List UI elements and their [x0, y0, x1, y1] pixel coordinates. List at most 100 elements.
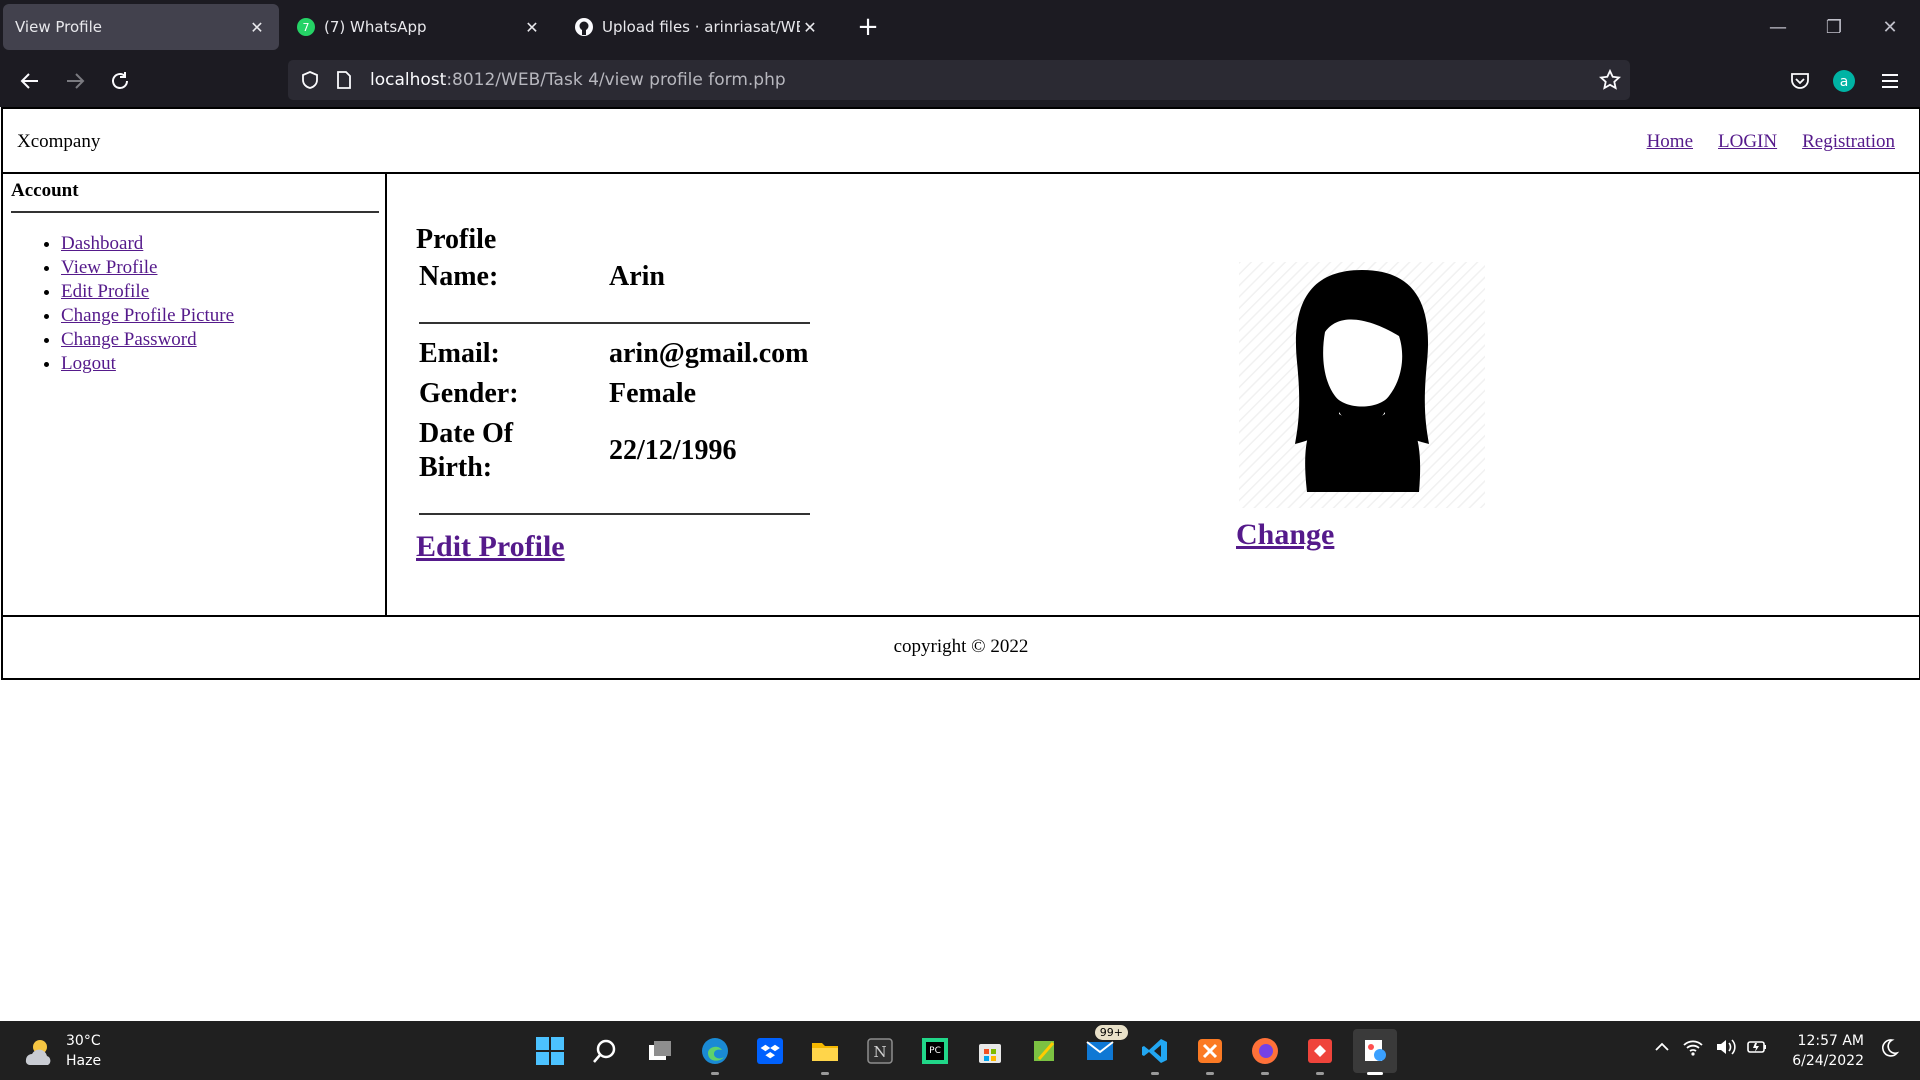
- nav-login-link[interactable]: LOGIN: [1718, 131, 1777, 153]
- page-title: Profile: [416, 224, 497, 255]
- female-user-icon: [1239, 262, 1485, 508]
- svg-text:PC: PC: [929, 1046, 941, 1056]
- view-profile-link[interactable]: View Profile: [61, 257, 157, 278]
- anydesk-icon[interactable]: [1298, 1029, 1342, 1075]
- svg-text:7: 7: [303, 21, 310, 34]
- close-icon[interactable]: ✕: [800, 18, 820, 37]
- restore-icon[interactable]: ❐: [1806, 0, 1862, 55]
- sidebar-title: Account: [11, 180, 79, 201]
- tab-label: View Profile: [15, 18, 103, 36]
- sidebar-item-view-profile: View Profile: [61, 256, 234, 280]
- field-value: Female: [609, 378, 697, 409]
- dropbox-icon[interactable]: [748, 1029, 792, 1073]
- edit-profile-sidebar-link[interactable]: Edit Profile: [61, 281, 149, 302]
- sidebar-item-change-picture: Change Profile Picture: [61, 304, 234, 328]
- weather-haze-icon: [25, 1040, 51, 1066]
- sidebar: Account Dashboard View Profile Edit Prof…: [3, 172, 387, 615]
- file-explorer-icon[interactable]: [803, 1029, 847, 1075]
- clock-date: 6/24/2022: [1792, 1053, 1864, 1069]
- pocket-icon[interactable]: [1780, 61, 1820, 101]
- system-tray: [1652, 1037, 1768, 1061]
- divider: [11, 211, 379, 213]
- site-body: Account Dashboard View Profile Edit Prof…: [1, 172, 1920, 617]
- new-tab-button[interactable]: +: [856, 10, 880, 44]
- nav-registration-link[interactable]: Registration: [1802, 131, 1895, 153]
- divider: [419, 513, 810, 515]
- field-label: Email:: [419, 338, 500, 369]
- sidebar-menu: Dashboard View Profile Edit Profile Chan…: [53, 232, 234, 376]
- reload-icon[interactable]: [100, 61, 140, 101]
- snip-sketch-icon[interactable]: [1023, 1029, 1067, 1073]
- pycharm-icon[interactable]: PC: [913, 1029, 957, 1073]
- field-value: 22/12/1996: [609, 435, 737, 466]
- notion-icon[interactable]: N: [858, 1029, 902, 1073]
- address-bar[interactable]: localhost:8012/WEB/Task 4/view profile f…: [288, 60, 1630, 100]
- logout-link[interactable]: Logout: [61, 353, 116, 374]
- nav-bar: localhost:8012/WEB/Task 4/view profile f…: [0, 55, 1920, 107]
- weather-temperature: 30°C: [66, 1033, 101, 1049]
- mail-badge: 99+: [1094, 1025, 1128, 1040]
- task-view-icon[interactable]: [638, 1029, 682, 1073]
- profile-picture: [1239, 262, 1485, 508]
- field-label: Name:: [419, 261, 499, 292]
- microsoft-store-icon[interactable]: [968, 1029, 1012, 1073]
- sidebar-item-change-password: Change Password: [61, 328, 234, 352]
- weather-widget[interactable]: 30°C Haze: [22, 1031, 101, 1071]
- search-icon[interactable]: [583, 1029, 627, 1073]
- close-icon[interactable]: ✕: [522, 18, 542, 37]
- web-page: Xcompany Home LOGIN Registration Account…: [0, 107, 1920, 1021]
- vscode-icon[interactable]: [1133, 1029, 1177, 1075]
- brand-name: Xcompany: [17, 131, 101, 152]
- browser-chrome: View Profile ✕ 7 (7) WhatsApp ✕ Upload f…: [0, 0, 1920, 107]
- volume-icon[interactable]: [1714, 1037, 1736, 1061]
- wifi-icon[interactable]: [1682, 1037, 1704, 1061]
- field-label: Date Of Birth:: [419, 418, 514, 483]
- chevron-up-icon[interactable]: [1652, 1037, 1672, 1061]
- top-nav: Home LOGIN Registration: [1647, 131, 1895, 153]
- change-picture-link[interactable]: Change: [1236, 518, 1334, 552]
- field-label: Gender:: [419, 378, 519, 409]
- sidebar-item-logout: Logout: [61, 352, 234, 376]
- divider: [419, 322, 810, 324]
- paint-icon[interactable]: [1353, 1029, 1397, 1075]
- whatsapp-icon: 7: [296, 17, 316, 37]
- bookmark-star-icon[interactable]: [1598, 68, 1622, 92]
- site-header: Xcompany Home LOGIN Registration: [1, 107, 1920, 174]
- system-clock[interactable]: 12:57 AM 6/24/2022: [1780, 1031, 1864, 1071]
- menu-icon[interactable]: [1870, 61, 1910, 101]
- shield-icon[interactable]: [298, 68, 322, 92]
- tab-whatsapp[interactable]: 7 (7) WhatsApp ✕: [284, 4, 554, 50]
- change-profile-picture-link[interactable]: Change Profile Picture: [61, 305, 234, 326]
- account-avatar-icon[interactable]: a: [1824, 61, 1864, 101]
- notifications-moon-icon[interactable]: [1878, 1037, 1902, 1061]
- copyright-text: copyright © 2022: [893, 636, 1029, 657]
- back-icon[interactable]: [10, 61, 50, 101]
- change-password-link[interactable]: Change Password: [61, 329, 197, 350]
- start-icon[interactable]: [528, 1029, 572, 1073]
- close-window-icon[interactable]: ✕: [1862, 0, 1918, 55]
- edge-icon[interactable]: [693, 1029, 737, 1075]
- page-icon[interactable]: [332, 68, 356, 92]
- forward-icon[interactable]: [55, 61, 95, 101]
- nav-home-link[interactable]: Home: [1647, 131, 1693, 153]
- xampp-icon[interactable]: [1188, 1029, 1232, 1075]
- dashboard-link[interactable]: Dashboard: [61, 233, 143, 254]
- windows-taskbar: 30°C Haze N PC 99+ 12:57 AM 6/24/2022: [0, 1021, 1920, 1080]
- svg-text:a: a: [1840, 74, 1849, 90]
- tab-github[interactable]: Upload files · arinriasat/WEB-TE ✕: [562, 4, 832, 50]
- taskbar-apps: N PC 99+: [528, 1025, 1408, 1075]
- field-value: arin@gmail.com: [609, 338, 809, 369]
- sidebar-item-dashboard: Dashboard: [61, 232, 234, 256]
- minimize-icon[interactable]: —: [1750, 0, 1806, 55]
- battery-icon[interactable]: [1746, 1037, 1768, 1061]
- sidebar-item-edit-profile: Edit Profile: [61, 280, 234, 304]
- github-icon: [574, 17, 594, 37]
- tab-label: Upload files · arinriasat/WEB-TE: [602, 18, 800, 36]
- tab-view-profile[interactable]: View Profile ✕: [3, 4, 279, 50]
- tab-bar: View Profile ✕ 7 (7) WhatsApp ✕ Upload f…: [0, 0, 1920, 55]
- tab-label: (7) WhatsApp: [324, 18, 427, 36]
- firefox-icon[interactable]: [1243, 1029, 1287, 1075]
- mail-icon[interactable]: 99+: [1078, 1025, 1128, 1073]
- close-icon[interactable]: ✕: [247, 18, 267, 37]
- edit-profile-link[interactable]: Edit Profile: [416, 530, 565, 564]
